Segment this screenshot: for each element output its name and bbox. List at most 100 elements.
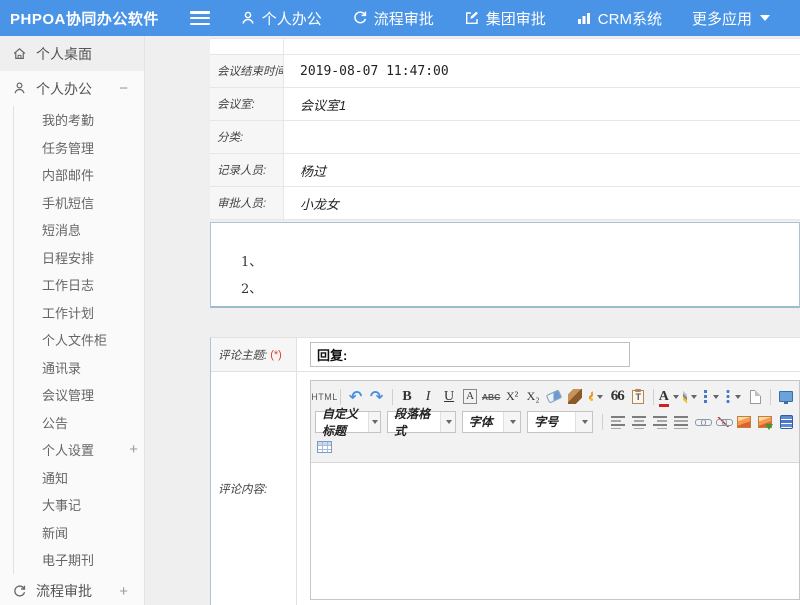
sidebar-item-label: 流程审批 bbox=[36, 581, 119, 601]
custom-title-select[interactable]: 自定义标题 bbox=[315, 411, 381, 433]
sidebar-item-work-log[interactable]: 工作日志 bbox=[13, 271, 144, 299]
sidebar-item-news[interactable]: 新闻 bbox=[13, 519, 144, 547]
home-icon bbox=[12, 46, 27, 61]
blockquote-button[interactable]: 66 bbox=[608, 387, 626, 407]
chevron-down-icon[interactable] bbox=[368, 412, 380, 432]
insert-table-icon-button[interactable] bbox=[315, 437, 334, 457]
form-row-label bbox=[210, 39, 284, 54]
fullscreen-icon-button[interactable] bbox=[777, 387, 795, 407]
sidebar-item-schedule[interactable]: 日程安排 bbox=[13, 244, 144, 272]
sidebar-item-contacts[interactable]: 通讯录 bbox=[13, 354, 144, 382]
button-glyph: I bbox=[426, 389, 431, 405]
person-icon bbox=[240, 10, 256, 26]
sidebar-item-label: 内部邮件 bbox=[42, 165, 144, 184]
insert-image-icon-button[interactable] bbox=[735, 412, 753, 432]
sidebar-item-mobile-sms[interactable]: 手机短信 bbox=[13, 189, 144, 217]
justify-icon-glyph bbox=[674, 415, 688, 429]
nav-item-personal-office[interactable]: 个人办公 bbox=[240, 8, 322, 29]
insert-media-icon-button[interactable] bbox=[777, 412, 795, 432]
italic-button[interactable]: I bbox=[419, 387, 437, 407]
nav-item-more-apps[interactable]: 更多应用 bbox=[692, 8, 770, 29]
redo-button[interactable]: ↷ bbox=[368, 387, 386, 407]
form-row-category: 分类: bbox=[210, 121, 800, 154]
chevron-down-icon[interactable] bbox=[673, 395, 679, 399]
font-size-select[interactable]: 字号 bbox=[527, 411, 593, 433]
align-right-icon-button[interactable] bbox=[651, 412, 669, 432]
form-row-label: 会议结束时间: bbox=[210, 55, 284, 87]
sidebar-item-attendance[interactable]: 我的考勤 bbox=[13, 106, 144, 134]
sidebar-item-label: 通知 bbox=[42, 468, 144, 487]
sidebar-item-personal-settings[interactable]: 个人设置+ bbox=[13, 436, 144, 464]
app-logo[interactable]: PHPOA协同办公软件 bbox=[0, 8, 190, 29]
unlink-icon-button[interactable] bbox=[714, 412, 732, 432]
sidebar-item-e-journal[interactable]: 电子期刊 bbox=[13, 546, 144, 574]
font-family-select[interactable]: 字体 bbox=[462, 411, 521, 433]
nav-item-group-approval[interactable]: 集团审批 bbox=[464, 8, 546, 29]
link-icon-button[interactable] bbox=[693, 412, 711, 432]
undo-button[interactable]: ↶ bbox=[347, 387, 365, 407]
bold-button[interactable]: B bbox=[398, 387, 416, 407]
sidebar-item-announcement[interactable]: 公告 bbox=[13, 409, 144, 437]
chevron-down-icon[interactable] bbox=[575, 412, 592, 432]
chevron-down-icon[interactable] bbox=[503, 412, 520, 432]
expand-icon[interactable]: + bbox=[129, 441, 144, 458]
font-color-button[interactable]: A bbox=[660, 387, 678, 407]
expand-icon[interactable]: + bbox=[119, 583, 134, 600]
hamburger-menu-icon[interactable] bbox=[190, 11, 210, 25]
paste-icon-button[interactable] bbox=[629, 387, 647, 407]
form-row-meeting-room: 会议室:会议室1 bbox=[210, 88, 800, 121]
strikethrough-button[interactable]: ABC bbox=[482, 387, 500, 407]
sidebar-item-personal-office[interactable]: 个人办公− bbox=[0, 71, 144, 106]
new-page-icon-button[interactable] bbox=[746, 387, 764, 407]
sidebar-item-notification[interactable]: 通知 bbox=[13, 464, 144, 492]
paragraph-format-select[interactable]: 段落格式 bbox=[387, 411, 456, 433]
upload-image-icon-button[interactable] bbox=[756, 412, 774, 432]
nav-item-label: CRM系统 bbox=[598, 8, 662, 29]
editor-content-area[interactable] bbox=[311, 463, 799, 599]
chevron-down-icon[interactable] bbox=[735, 395, 741, 399]
chevron-down-icon[interactable] bbox=[597, 395, 603, 399]
ordered-list-icon-button[interactable] bbox=[702, 387, 721, 407]
form-row-label: 分类: bbox=[210, 121, 284, 153]
sidebar-item-label: 日程安排 bbox=[42, 248, 144, 267]
align-left-icon-button[interactable] bbox=[609, 412, 627, 432]
format-brush-icon-button[interactable] bbox=[566, 387, 584, 407]
sidebar-item-internal-mail[interactable]: 内部邮件 bbox=[13, 161, 144, 189]
unordered-list-icon-button[interactable] bbox=[724, 387, 743, 407]
sidebar-item-workflow-approval[interactable]: 流程审批+ bbox=[0, 574, 144, 605]
comment-subject-value-cell bbox=[297, 338, 800, 371]
nav-item-workflow-approval[interactable]: 流程审批 bbox=[352, 8, 434, 29]
eraser-icon-button[interactable] bbox=[545, 387, 563, 407]
comment-subject-input[interactable] bbox=[310, 342, 630, 367]
justify-icon-button[interactable] bbox=[672, 412, 690, 432]
form-row-label: 会议室: bbox=[210, 88, 284, 120]
sidebar-item-file-cabinet[interactable]: 个人文件柜 bbox=[13, 326, 144, 354]
underline-button[interactable]: U bbox=[440, 387, 458, 407]
sidebar-item-major-events[interactable]: 大事记 bbox=[13, 491, 144, 519]
unlink-icon-glyph bbox=[716, 417, 730, 427]
comment-content-label: 评论内容: bbox=[218, 481, 267, 497]
chevron-down-icon[interactable] bbox=[713, 395, 719, 399]
quick-format-icon-button[interactable] bbox=[587, 387, 605, 407]
chevron-down-icon[interactable] bbox=[691, 395, 697, 399]
superscript-button[interactable]: X² bbox=[503, 387, 521, 407]
align-center-icon-button[interactable] bbox=[630, 412, 648, 432]
fullscreen-icon-glyph bbox=[779, 391, 793, 402]
highlight-color-icon-button[interactable] bbox=[681, 387, 699, 407]
sidebar-item-short-message[interactable]: 短消息 bbox=[13, 216, 144, 244]
comment-content-value-cell: HTML↶↷BIUAABCX²X₂66A自定义标题段落格式字体字号 bbox=[297, 372, 800, 605]
sidebar-item-work-plan[interactable]: 工作计划 bbox=[13, 299, 144, 327]
html-source-button[interactable]: HTML bbox=[315, 387, 334, 407]
caret-down-icon bbox=[760, 15, 770, 21]
person-icon bbox=[12, 81, 27, 96]
collapse-icon[interactable]: − bbox=[119, 80, 134, 97]
sidebar-item-desktop[interactable]: 个人桌面 bbox=[0, 36, 144, 71]
form-row-value bbox=[284, 121, 800, 153]
nav-item-crm[interactable]: CRM系统 bbox=[576, 8, 662, 29]
subscript-button[interactable]: X₂ bbox=[524, 387, 542, 407]
chevron-down-icon[interactable] bbox=[440, 412, 455, 432]
sidebar-item-label: 个人设置 bbox=[42, 440, 129, 459]
boxed-a-button[interactable]: A bbox=[461, 387, 479, 407]
sidebar-item-meeting-management[interactable]: 会议管理 bbox=[13, 381, 144, 409]
sidebar-item-task-management[interactable]: 任务管理 bbox=[13, 134, 144, 162]
